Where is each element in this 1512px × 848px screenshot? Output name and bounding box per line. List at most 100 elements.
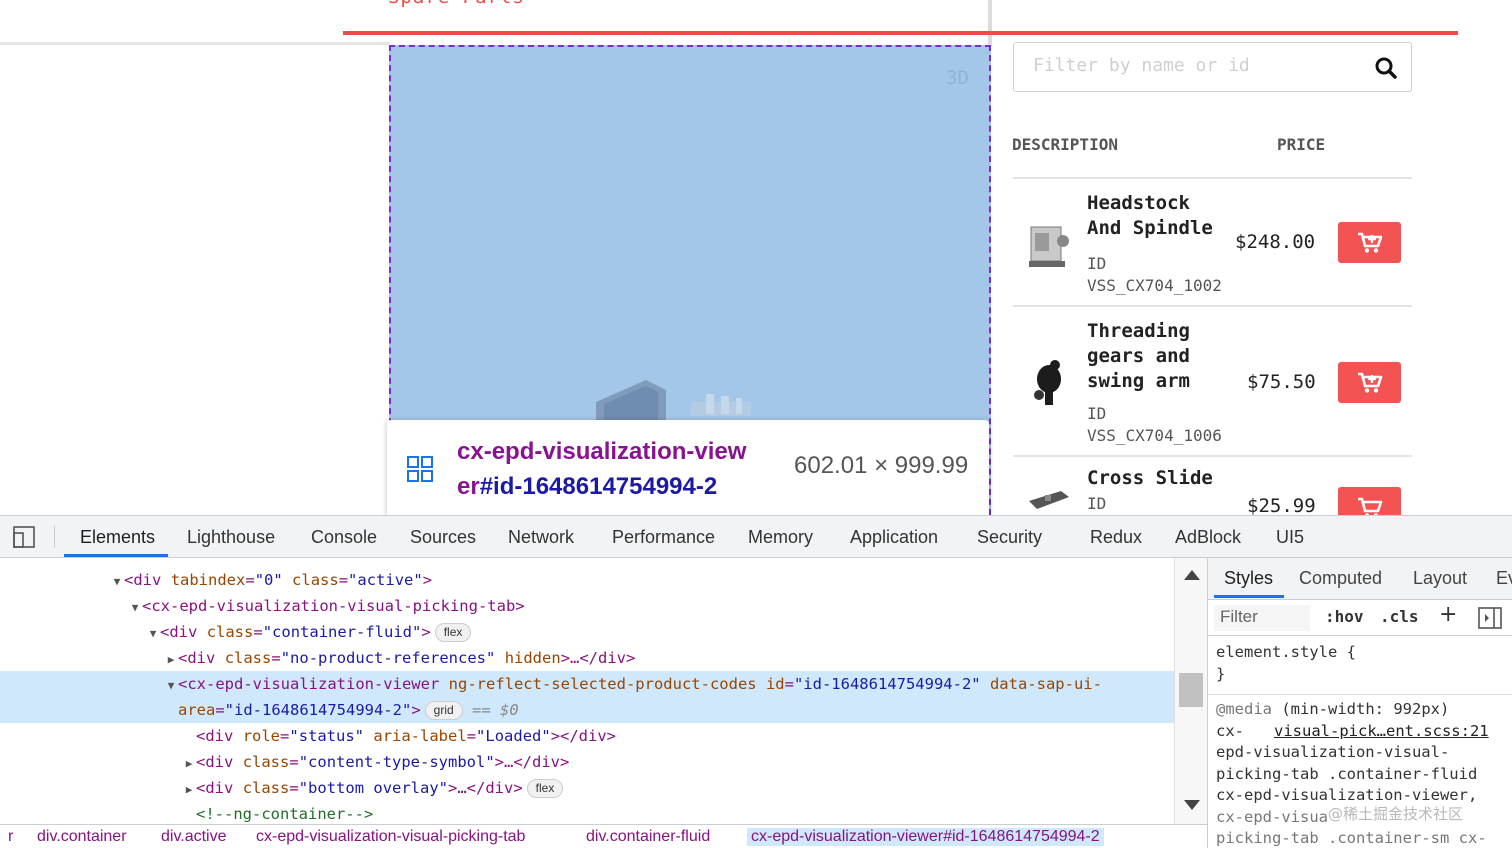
tab-elements[interactable]: Elements xyxy=(80,516,155,558)
collapse-icon[interactable]: ▼ xyxy=(164,673,178,699)
styles-filter-input[interactable]: Filter xyxy=(1214,605,1310,631)
part-id: ID xyxy=(1087,494,1107,513)
devtools-tab-bar: Elements Lighthouse Console Sources Netw… xyxy=(0,516,1512,558)
styles-tab-bar: Styles Computed Layout Ev xyxy=(1208,558,1512,600)
tab-network[interactable]: Network xyxy=(508,516,574,558)
add-to-cart-button[interactable] xyxy=(1338,222,1401,263)
list-item[interactable]: Cross Slide ID $25.99 xyxy=(1013,455,1412,515)
inspect-element-name: cx-epd-visualization-view er#id-16486147… xyxy=(457,438,747,500)
collapse-icon[interactable]: ▼ xyxy=(146,621,160,647)
list-item[interactable]: Threading gears and swing arm ID VSS_CX7… xyxy=(1013,305,1412,455)
toggle-sidebar-icon[interactable] xyxy=(1478,607,1502,629)
grid-layout-icon xyxy=(407,456,433,482)
tab-sources[interactable]: Sources xyxy=(410,516,476,558)
tab-computed[interactable]: Computed xyxy=(1299,558,1382,600)
part-name: Headstock And Spindle xyxy=(1087,192,1213,239)
expand-icon[interactable]: ▶ xyxy=(164,647,178,673)
part-price: $75.50 xyxy=(1247,371,1316,393)
dom-node[interactable]: ▼ <cx-epd-visualization-visual-picking-ta… xyxy=(0,593,1174,619)
breadcrumb-item-selected[interactable]: cx-epd-visualization-viewer#id-164861475… xyxy=(747,828,1104,846)
tab-lighthouse[interactable]: Lighthouse xyxy=(187,516,275,558)
list-item[interactable]: Headstock And Spindle ID VSS_CX704_1002 … xyxy=(1013,177,1412,305)
cross-slide-thumbnail xyxy=(1029,491,1069,509)
scroll-down-icon[interactable] xyxy=(1184,800,1200,810)
tab-memory[interactable]: Memory xyxy=(748,516,813,558)
parts-filter-input[interactable]: Filter by name or id xyxy=(1013,42,1412,92)
dom-tree: ▼ <div tabindex="0" class="active"> ▼ <cx-… xyxy=(0,558,1174,824)
devtools-panel: Elements Lighthouse Console Sources Netw… xyxy=(0,515,1512,848)
section-title-underline xyxy=(343,31,1458,35)
active-tab-indicator xyxy=(1214,595,1284,598)
part-price: $248.00 xyxy=(1235,231,1316,253)
part-name: Cross Slide xyxy=(1087,467,1213,489)
flex-badge[interactable]: flex xyxy=(434,623,472,642)
search-icon[interactable] xyxy=(1375,57,1397,79)
part-price: $25.99 xyxy=(1247,495,1316,515)
cart-icon xyxy=(1357,232,1382,253)
filter-placeholder: Filter by name or id xyxy=(1033,55,1250,76)
hover-state-toggle[interactable]: :hov xyxy=(1325,607,1364,626)
media-rule: @media (min-width: 992px) xyxy=(1216,700,1450,718)
breadcrumb-item[interactable]: div.container xyxy=(37,828,127,846)
dom-node[interactable]: ▼ <div class="container-fluid"> flex xyxy=(0,619,1174,645)
tab-console[interactable]: Console xyxy=(311,516,377,558)
dom-node-selected[interactable]: ▼ <cx-epd-visualization-viewer ng-reflect… xyxy=(0,671,1174,723)
grid-badge[interactable]: grid xyxy=(424,701,463,720)
source-link[interactable]: visual-pick…ent.scss:21 xyxy=(1274,722,1489,740)
watermark: @稀土掘金技术社区 xyxy=(1328,805,1464,823)
breadcrumb: r div.container div.active cx-epd-visual… xyxy=(0,824,1207,848)
tab-performance[interactable]: Performance xyxy=(612,516,715,558)
class-toggle[interactable]: .cls xyxy=(1380,607,1419,626)
dom-node[interactable]: ▶ <div class="no-product-references" hidd… xyxy=(0,645,1174,671)
element-style-rule[interactable]: element.style { xyxy=(1216,642,1512,664)
collapse-icon[interactable]: ▼ xyxy=(110,569,124,595)
divider xyxy=(0,42,390,45)
tab-layout[interactable]: Layout xyxy=(1413,558,1467,600)
dom-node[interactable]: <div role="status" aria-label="Loaded"><… xyxy=(0,723,1174,749)
scroll-up-icon[interactable] xyxy=(1184,570,1200,580)
tab-styles[interactable]: Styles xyxy=(1224,558,1273,600)
dom-node[interactable]: ▶ <div class="content-type-symbol">…</div… xyxy=(0,749,1174,775)
cart-icon xyxy=(1357,497,1382,515)
tab-adblock[interactable]: AdBlock xyxy=(1175,516,1241,558)
new-style-rule-icon[interactable]: + xyxy=(1439,602,1457,627)
part-id: ID VSS_CX704_1002 xyxy=(1087,254,1222,295)
tab-application[interactable]: Application xyxy=(850,516,938,558)
tab-redux[interactable]: Redux xyxy=(1090,516,1142,558)
dom-comment[interactable]: <!--ng-container--> xyxy=(0,801,1174,824)
column-header-price[interactable]: PRICE xyxy=(1277,135,1325,154)
device-toolbar-icon[interactable] xyxy=(12,525,36,549)
web-page: Spare Parts 3D cx-epd-visualization-vie xyxy=(0,0,1512,515)
column-header-description[interactable]: DESCRIPTION xyxy=(1012,135,1118,154)
scrollbar-thumb[interactable] xyxy=(1179,673,1203,707)
cart-icon xyxy=(1357,372,1382,393)
breadcrumb-item[interactable]: cx-epd-visualization-visual-picking-tab xyxy=(256,828,525,846)
breadcrumb-item[interactable]: div.active xyxy=(161,828,227,846)
section-title: Spare Parts xyxy=(388,0,525,8)
add-to-cart-button[interactable] xyxy=(1338,487,1401,515)
inspect-tooltip: cx-epd-visualization-view er#id-16486147… xyxy=(387,420,989,515)
breadcrumb-item[interactable]: div.container-fluid xyxy=(586,828,710,846)
flex-badge[interactable]: flex xyxy=(526,779,564,798)
tab-security[interactable]: Security xyxy=(977,516,1042,558)
dom-node[interactable]: ▶ <div class="bottom overlay">…</div> flex xyxy=(0,775,1174,801)
viewer-3d-badge: 3D xyxy=(946,67,969,89)
breadcrumb-item[interactable]: r xyxy=(8,828,13,846)
expand-icon[interactable]: ▶ xyxy=(182,751,196,777)
tab-event-listeners[interactable]: Ev xyxy=(1496,558,1512,600)
dom-node[interactable]: ▼ <div tabindex="0" class="active"> xyxy=(0,567,1174,593)
styles-filter-bar: Filter :hov .cls + xyxy=(1208,600,1512,636)
divider xyxy=(1208,694,1512,695)
screenshot: Spare Parts 3D cx-epd-visualization-vie xyxy=(0,0,1512,848)
expand-icon[interactable]: ▶ xyxy=(182,777,196,803)
add-to-cart-button[interactable] xyxy=(1338,362,1401,403)
threading-gears-thumbnail xyxy=(1034,360,1061,405)
part-name: Threading gears and swing arm xyxy=(1087,320,1190,392)
collapse-icon[interactable]: ▼ xyxy=(128,595,142,621)
divider xyxy=(988,0,992,46)
part-id: ID VSS_CX704_1006 xyxy=(1087,404,1222,445)
active-tab-indicator xyxy=(64,554,168,557)
headstock-thumbnail xyxy=(1029,226,1069,267)
tab-ui5[interactable]: UI5 xyxy=(1276,516,1304,558)
dom-tree-scrollbar[interactable] xyxy=(1174,558,1207,824)
